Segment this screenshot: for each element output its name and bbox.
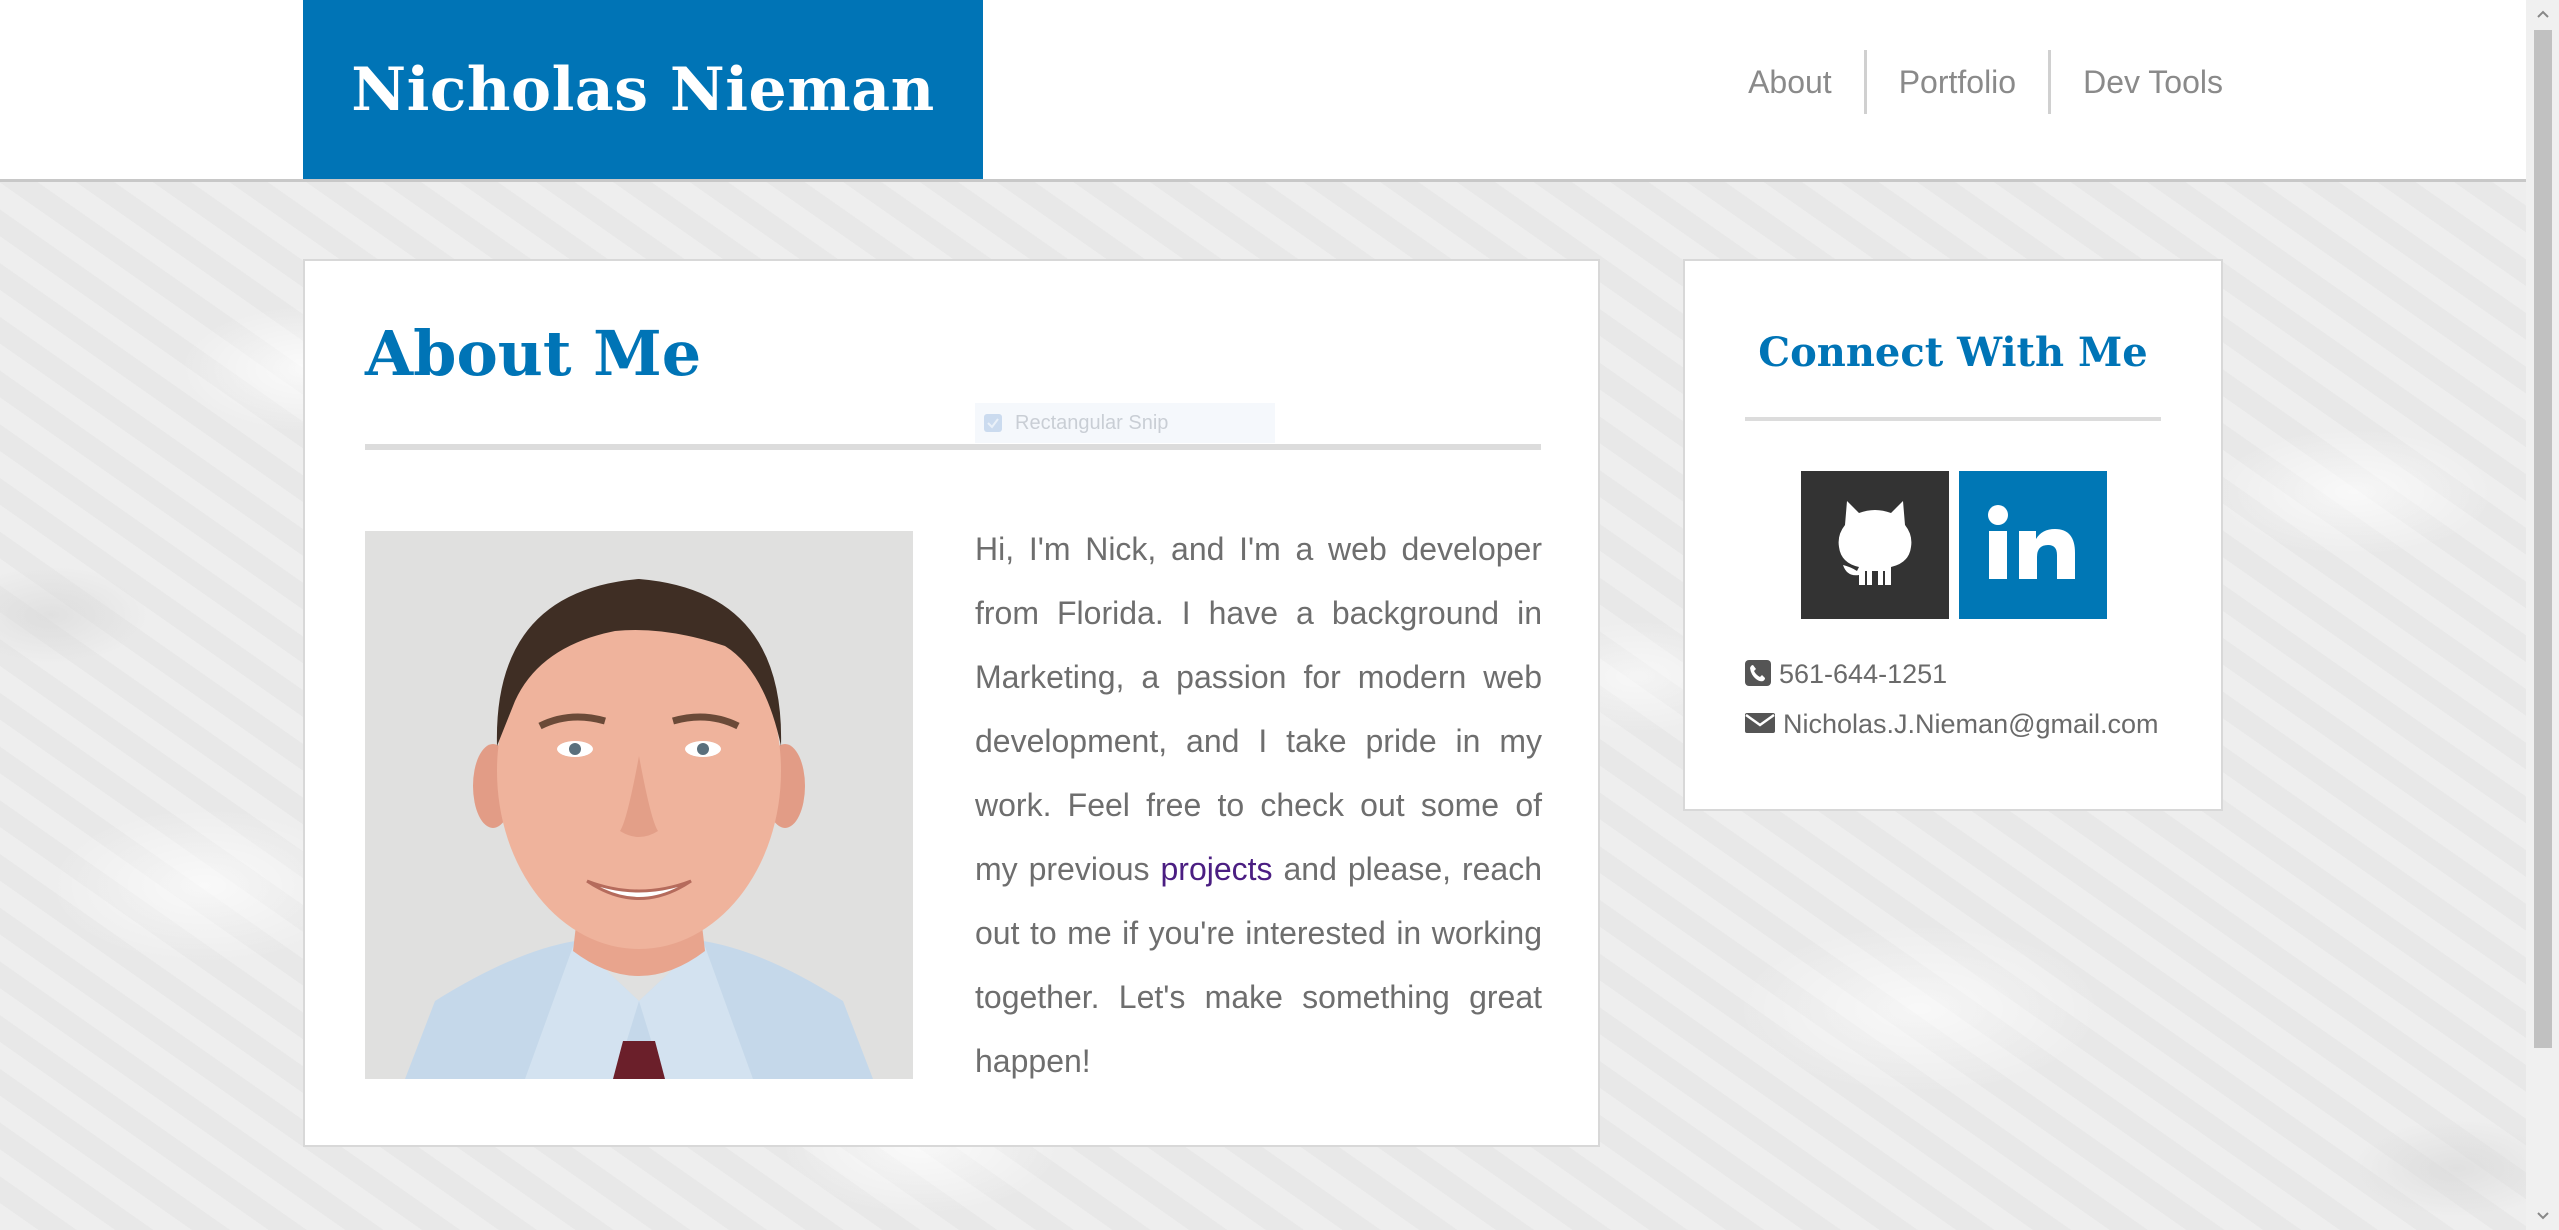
nav-dev-tools-link[interactable]: Dev Tools (2051, 50, 2223, 114)
main-nav: About Portfolio Dev Tools (1716, 50, 2223, 114)
vertical-scrollbar[interactable] (2526, 0, 2559, 1230)
phone-icon (1745, 659, 1771, 690)
email-address[interactable]: Nicholas.J.Nieman@gmail.com (1783, 709, 2159, 740)
nav-about-link[interactable]: About (1716, 50, 1864, 114)
snip-label: Rectangular Snip (1015, 411, 1169, 434)
scroll-up-arrow-icon[interactable] (2526, 2, 2559, 26)
about-title: About Me (365, 317, 702, 390)
scrollbar-thumb[interactable] (2534, 30, 2552, 1048)
github-icon (1833, 497, 1917, 593)
linkedin-link[interactable] (1959, 471, 2107, 619)
phone-row: 561-644-1251 (1745, 659, 1947, 690)
about-text-intro: Hi, I'm Nick, and I'm a web developer fr… (975, 531, 1542, 887)
brand-logo[interactable]: Nicholas Nieman (303, 0, 983, 179)
rectangular-snip-overlay: Rectangular Snip (975, 403, 1275, 443)
nav-portfolio-link[interactable]: Portfolio (1867, 50, 2048, 114)
about-description: Hi, I'm Nick, and I'm a web developer fr… (975, 517, 1542, 1093)
connect-title: Connect With Me (1758, 329, 2148, 376)
scroll-down-arrow-icon[interactable] (2526, 1204, 2559, 1228)
title-divider (365, 444, 1541, 450)
linkedin-icon (1985, 503, 2081, 587)
connect-card: Connect With Me 561-644-1251 Nicholas.J.… (1683, 259, 2223, 811)
site-title[interactable]: Nicholas Nieman (351, 55, 934, 125)
envelope-icon (1745, 711, 1775, 739)
projects-link[interactable]: projects (1161, 851, 1273, 887)
email-row: Nicholas.J.Nieman@gmail.com (1745, 709, 2159, 740)
site-header: Nicholas Nieman About Portfolio Dev Tool… (0, 0, 2526, 182)
phone-number[interactable]: 561-644-1251 (1779, 659, 1947, 690)
about-card: About Me Rectangular Snip Hi, I'm Nick, … (303, 259, 1600, 1147)
github-link[interactable] (1801, 471, 1949, 619)
snip-icon (983, 413, 1003, 433)
connect-divider (1745, 417, 2161, 421)
profile-photo (365, 531, 913, 1079)
